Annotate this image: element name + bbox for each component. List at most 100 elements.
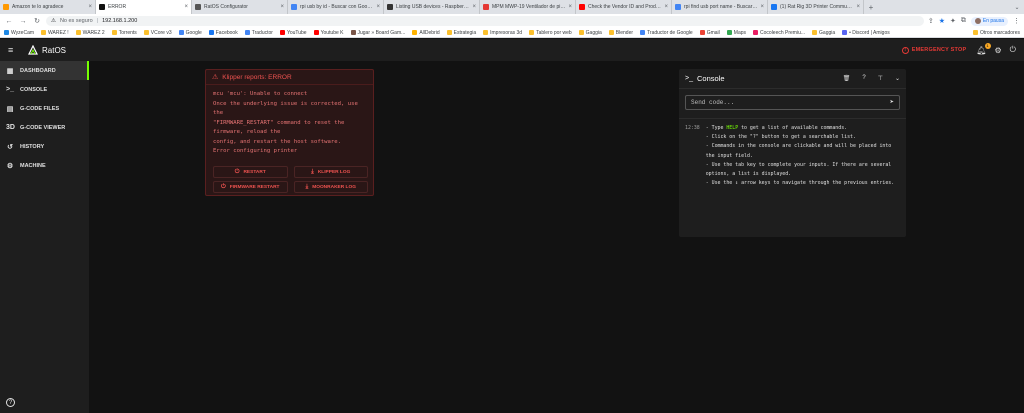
console-line[interactable]: the input field.: [706, 152, 894, 161]
console-line[interactable]: - Click on the "?" button to get a searc…: [706, 133, 894, 142]
more-icon[interactable]: ⋮: [1013, 17, 1020, 25]
bookmark-item[interactable]: Traductor de Google: [640, 30, 693, 36]
bookmark-label: YouTube: [286, 29, 307, 36]
forward-icon[interactable]: →: [18, 16, 28, 26]
bookmark-item[interactable]: Torrents: [111, 29, 137, 36]
other-bookmarks[interactable]: Otros marcadores: [972, 30, 1020, 36]
collapse-chevron-icon[interactable]: ⌄: [895, 75, 900, 82]
bookmark-label: Torrents: [118, 29, 137, 36]
sidebar-item-label: MACHINE: [20, 162, 46, 169]
bookmark-item[interactable]: Gaggia: [578, 30, 602, 36]
klipper-log-button[interactable]: ⤓ KLIPPER LOG: [293, 166, 368, 178]
bookmark-item[interactable]: Cocoleech Premiu...: [753, 30, 805, 36]
browser-tab[interactable]: rpi usb by id - Buscar con Googl... ×: [288, 0, 384, 14]
close-icon[interactable]: ×: [184, 4, 188, 10]
nav-icon: >_: [6, 86, 14, 93]
bookmark-item[interactable]: Traductor: [244, 30, 273, 36]
firmware-restart-button[interactable]: ⏻ FIRMWARE RESTART: [213, 181, 288, 193]
bookmark-item[interactable]: VCore v3: [143, 30, 172, 36]
bookmark-item[interactable]: Impresoras 3d: [483, 30, 522, 36]
close-icon[interactable]: ×: [280, 4, 284, 10]
notifications-button[interactable]: 🔔︎ 1: [976, 42, 991, 55]
new-tab-button[interactable]: +: [864, 0, 878, 14]
filter-icon[interactable]: ⊤: [878, 75, 883, 82]
url-input[interactable]: ⚠ No es seguro | 192.168.1.200: [46, 16, 924, 26]
console-input[interactable]: Send code... ➤: [685, 95, 900, 110]
close-icon[interactable]: ×: [568, 4, 572, 10]
bookmark-item[interactable]: • Discord | Amigos: [842, 30, 890, 36]
tab-search-icon[interactable]: ⌄: [1010, 0, 1024, 14]
browser-tab[interactable]: (1) Rat Rig 3D Printer Communi... ×: [768, 0, 864, 14]
close-icon[interactable]: ×: [664, 4, 668, 10]
browser-tab[interactable]: ERROR ×: [96, 0, 192, 14]
bookmark-item[interactable]: Jugar » Board Gam...: [350, 30, 405, 36]
bookmark-item[interactable]: WAREZ !: [41, 30, 69, 36]
trash-icon[interactable]: 🗑︎: [843, 75, 851, 82]
moonraker-log-button[interactable]: ⤓ MOONRAKER LOG: [293, 181, 368, 193]
error-line: "FIRMWARE_RESTART" command to reset the: [213, 119, 345, 126]
extension-icon[interactable]: ✦: [950, 17, 956, 25]
bookmark-item[interactable]: WyzeCam: [4, 30, 34, 36]
browser-tab[interactable]: rpi find usb port name - Buscar c... ×: [672, 0, 768, 14]
console-line[interactable]: - Use the tab key to complete your input…: [706, 161, 894, 170]
menu-icon[interactable]: ≡: [8, 45, 18, 55]
reload-icon[interactable]: ↻: [32, 16, 42, 26]
bookmark-icon: [753, 30, 759, 35]
close-icon[interactable]: ×: [856, 4, 860, 10]
sidebar-item-console[interactable]: >_ CONSOLE: [0, 80, 89, 99]
restart-button[interactable]: ⏻ RESTART: [213, 166, 288, 178]
send-icon[interactable]: ➤: [890, 98, 894, 107]
help-icon[interactable]: ?: [6, 398, 15, 407]
close-icon[interactable]: ×: [472, 4, 476, 10]
tab-label: Check the Vendor ID and Produ...: [588, 4, 662, 10]
help-icon[interactable]: ?: [862, 75, 865, 82]
sidebar-item-machine[interactable]: ⚙ MACHINE: [0, 156, 89, 175]
emergency-stop-button[interactable]: ! EMERGENCY STOP: [901, 46, 967, 54]
bookmark-icon: [178, 30, 184, 35]
browser-tab[interactable]: RatOS Configurator ×: [192, 0, 288, 14]
browser-tab[interactable]: Check the Vendor ID and Produ... ×: [576, 0, 672, 14]
star-icon[interactable]: ★: [939, 17, 945, 25]
close-icon[interactable]: ×: [376, 4, 380, 10]
bookmark-item[interactable]: WAREZ 2: [75, 30, 105, 36]
extensions-puzzle-icon[interactable]: ⧉: [961, 17, 966, 25]
browser-tab[interactable]: Amazon te lo agradece ×: [0, 0, 96, 14]
nav-icon: ⚙: [6, 162, 14, 170]
close-icon[interactable]: ×: [88, 4, 92, 10]
back-icon[interactable]: ←: [4, 16, 14, 26]
console-line[interactable]: - Type HELP to get a list of available c…: [706, 124, 894, 133]
favicon-icon: [3, 4, 9, 10]
console-line[interactable]: options, a list is displayed.: [706, 170, 894, 179]
bookmark-icon: [244, 30, 250, 35]
bookmark-item[interactable]: YouTube: [279, 29, 307, 36]
bookmark-icon: [412, 30, 418, 35]
sidebar-item-g-code-viewer[interactable]: 3D G-CODE VIEWER: [0, 118, 89, 137]
sidebar-item-history[interactable]: ↺ HISTORY: [0, 137, 89, 156]
bookmark-item[interactable]: Gaggia: [812, 30, 835, 36]
power-icon[interactable]: ⏻: [1010, 45, 1016, 55]
insecure-label: No es seguro: [59, 18, 93, 24]
help-command-link[interactable]: HELP: [726, 125, 738, 131]
sidebar-item-label: G-CODE FILES: [20, 105, 60, 112]
browser-tab[interactable]: MPM MWP-19 Ventilador de pie... ×: [480, 0, 576, 14]
bookmark-item[interactable]: Tablero por web: [529, 30, 572, 36]
profile-button[interactable]: En pausa: [970, 16, 1008, 26]
bookmark-item[interactable]: AllDebrid: [412, 30, 440, 36]
bookmark-label: • Discord | Amigos: [849, 29, 890, 36]
console-line[interactable]: - Commands in the console are clickable …: [706, 142, 894, 151]
bookmark-item[interactable]: Youtube K: [313, 30, 344, 36]
bookmark-item[interactable]: Facebook: [208, 30, 238, 36]
sidebar-item-dashboard[interactable]: ▦ DASHBOARD: [0, 61, 89, 80]
bookmark-item[interactable]: Gmail: [699, 30, 720, 36]
console-line[interactable]: - Use the ⇕ arrow keys to navigate throu…: [706, 179, 894, 188]
settings-gear-icon[interactable]: ⚙: [995, 46, 1002, 55]
bookmark-item[interactable]: Estrategia: [446, 30, 476, 36]
bookmark-item[interactable]: Maps: [726, 30, 746, 36]
browser-tab[interactable]: Listing USB devices - Raspberry P... ×: [384, 0, 480, 14]
bookmark-item[interactable]: Google: [178, 30, 202, 36]
share-icon[interactable]: ⇪: [928, 17, 934, 25]
sidebar-item-g-code-files[interactable]: ▤ G-CODE FILES: [0, 99, 89, 118]
bookmark-icon: [313, 30, 319, 35]
close-icon[interactable]: ×: [760, 4, 764, 10]
bookmark-item[interactable]: Blender: [608, 30, 633, 36]
